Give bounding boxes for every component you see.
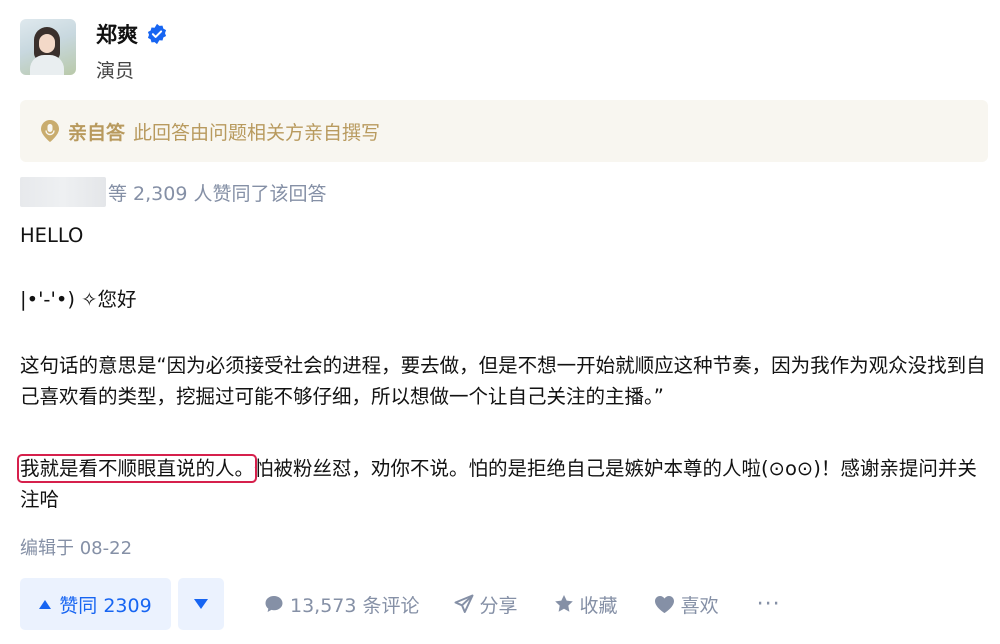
author-title: 演员 — [96, 60, 135, 82]
edited-time[interactable]: 编辑于 08-22 — [20, 534, 132, 560]
voters-count[interactable]: 等 2,309 人赞同了该回答 — [108, 179, 326, 206]
comment-icon — [265, 596, 283, 612]
microphone-icon — [40, 120, 60, 142]
avatar[interactable] — [20, 19, 76, 75]
like-button[interactable]: 喜欢 — [654, 591, 719, 618]
banner-label: 亲自答 — [68, 121, 126, 144]
triangle-down-icon — [194, 599, 208, 609]
author-block: 郑爽 演员 — [20, 19, 168, 83]
verified-icon — [146, 23, 168, 45]
highlighted-sentence: 我就是看不顺眼直说的人。 — [16, 454, 258, 483]
vote-up-button[interactable]: 赞同 2309 — [20, 578, 171, 630]
answer-paragraph: 我就是看不顺眼直说的人。怕被粉丝怼，劝你不说。怕的是拒绝自己是嫉妒本尊的人啦(⊙… — [16, 453, 990, 515]
blurred-voter-names — [20, 177, 106, 207]
author-name[interactable]: 郑爽 — [96, 19, 138, 49]
answer-paragraph: 这句话的意思是“因为必须接受社会的进程，要去做，但是不想一开始就顺应这种节奏，因… — [20, 354, 986, 408]
comment-button[interactable]: 13,573 条评论 — [264, 591, 420, 618]
share-button[interactable]: 分享 — [454, 591, 518, 618]
favorite-label: 收藏 — [579, 594, 618, 617]
comment-label: 13,573 条评论 — [290, 594, 420, 617]
answer-paragraph: |•'-'•) ✧您好 — [20, 288, 137, 311]
heart-icon — [654, 595, 674, 613]
banner-text: 此回答由问题相关方亲自撰写 — [133, 121, 381, 144]
answer-paragraph: HELLO — [20, 224, 84, 247]
action-bar: 赞同 2309 13,573 条评论 分享 收藏 喜欢 ··· — [20, 578, 781, 630]
vote-down-button[interactable] — [178, 578, 224, 630]
vote-up-label: 赞同 2309 — [59, 594, 152, 617]
share-icon — [454, 594, 474, 613]
voters-row: 等 2,309 人赞同了该回答 — [20, 176, 326, 208]
self-answer-banner: 亲自答 此回答由问题相关方亲自撰写 — [20, 100, 988, 162]
triangle-up-icon — [39, 599, 52, 609]
share-label: 分享 — [479, 594, 518, 617]
star-icon — [554, 595, 573, 612]
author-info: 郑爽 演员 — [96, 19, 168, 83]
favorite-button[interactable]: 收藏 — [554, 591, 618, 618]
more-button[interactable]: ··· — [757, 592, 781, 617]
like-label: 喜欢 — [680, 594, 719, 617]
